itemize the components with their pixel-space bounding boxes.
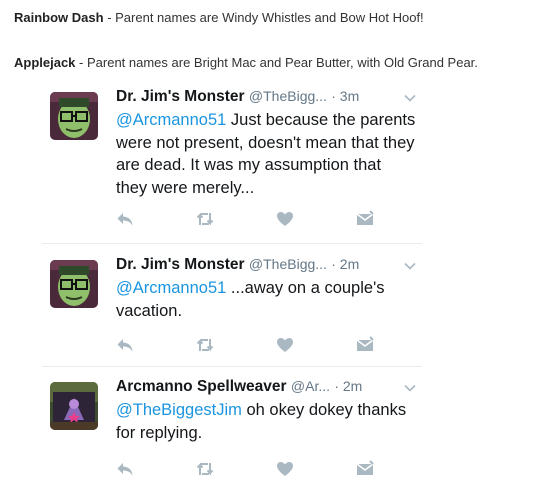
tweet-actions bbox=[116, 336, 386, 354]
tweet-time[interactable]: · 2m bbox=[334, 378, 362, 394]
like-icon[interactable] bbox=[276, 460, 294, 478]
dm-icon[interactable] bbox=[356, 336, 374, 354]
reply-icon[interactable] bbox=[116, 336, 134, 354]
note-text: Parent names are Bright Mac and Pear But… bbox=[86, 55, 478, 70]
mention-link[interactable]: @Arcmanno51 bbox=[116, 111, 226, 129]
author-handle[interactable]: @TheBigg... bbox=[249, 256, 327, 272]
retweet-icon[interactable] bbox=[196, 460, 214, 478]
retweet-icon[interactable] bbox=[196, 210, 214, 228]
tweet-header: Arcmanno Spellweaver @Ar... · 2m bbox=[116, 378, 436, 396]
chevron-down-icon[interactable] bbox=[404, 92, 416, 104]
tweet-header: Dr. Jim's Monster @TheBigg... · 3m bbox=[116, 88, 436, 106]
tweet-3[interactable]: Arcmanno Spellweaver @Ar... · 2m @TheBig… bbox=[42, 374, 422, 490]
tweet-2[interactable]: Dr. Jim's Monster @TheBigg... · 2m @Arcm… bbox=[42, 252, 422, 364]
tweet-actions bbox=[116, 210, 386, 228]
note-rainbow-dash: Rainbow Dash - Parent names are Windy Wh… bbox=[14, 10, 424, 25]
mention-link[interactable]: @TheBiggestJim bbox=[116, 401, 242, 419]
reply-icon[interactable] bbox=[116, 210, 134, 228]
tweet-divider bbox=[42, 366, 422, 367]
avatar[interactable] bbox=[50, 92, 98, 140]
like-icon[interactable] bbox=[276, 336, 294, 354]
tweet-time[interactable]: · 3m bbox=[331, 88, 359, 104]
tweet-actions bbox=[116, 460, 386, 478]
avatar[interactable] bbox=[50, 260, 98, 308]
note-text: Parent names are Windy Whistles and Bow … bbox=[115, 10, 424, 25]
dm-icon[interactable] bbox=[356, 460, 374, 478]
note-pony-name: Applejack bbox=[14, 55, 76, 70]
author-handle[interactable]: @TheBigg... bbox=[249, 88, 327, 104]
tweet-text: @Arcmanno51 ...away on a couple's vacati… bbox=[116, 277, 416, 322]
like-icon[interactable] bbox=[276, 210, 294, 228]
tweet-divider bbox=[42, 243, 422, 244]
tweet-1[interactable]: Dr. Jim's Monster @TheBigg... · 3m @Arcm… bbox=[42, 84, 422, 244]
tweet-time[interactable]: · 2m bbox=[331, 256, 359, 272]
note-separator: - bbox=[75, 55, 87, 70]
retweet-icon[interactable] bbox=[196, 336, 214, 354]
chevron-down-icon[interactable] bbox=[404, 382, 416, 394]
author-name[interactable]: Arcmanno Spellweaver bbox=[116, 378, 287, 395]
note-pony-name: Rainbow Dash bbox=[14, 10, 104, 25]
tweet-text: @Arcmanno51 Just because the parents wer… bbox=[116, 109, 416, 199]
chevron-down-icon[interactable] bbox=[404, 260, 416, 272]
mention-link[interactable]: @Arcmanno51 bbox=[116, 279, 226, 297]
avatar[interactable] bbox=[50, 382, 98, 430]
tweet-header: Dr. Jim's Monster @TheBigg... · 2m bbox=[116, 256, 436, 274]
note-applejack: Applejack - Parent names are Bright Mac … bbox=[14, 55, 478, 70]
author-handle[interactable]: @Ar... bbox=[291, 378, 330, 394]
tweet-text: @TheBiggestJim oh okey dokey thanks for … bbox=[116, 399, 416, 444]
note-separator: - bbox=[103, 10, 116, 25]
reply-icon[interactable] bbox=[116, 460, 134, 478]
author-name[interactable]: Dr. Jim's Monster bbox=[116, 256, 245, 273]
dm-icon[interactable] bbox=[356, 210, 374, 228]
author-name[interactable]: Dr. Jim's Monster bbox=[116, 88, 245, 105]
